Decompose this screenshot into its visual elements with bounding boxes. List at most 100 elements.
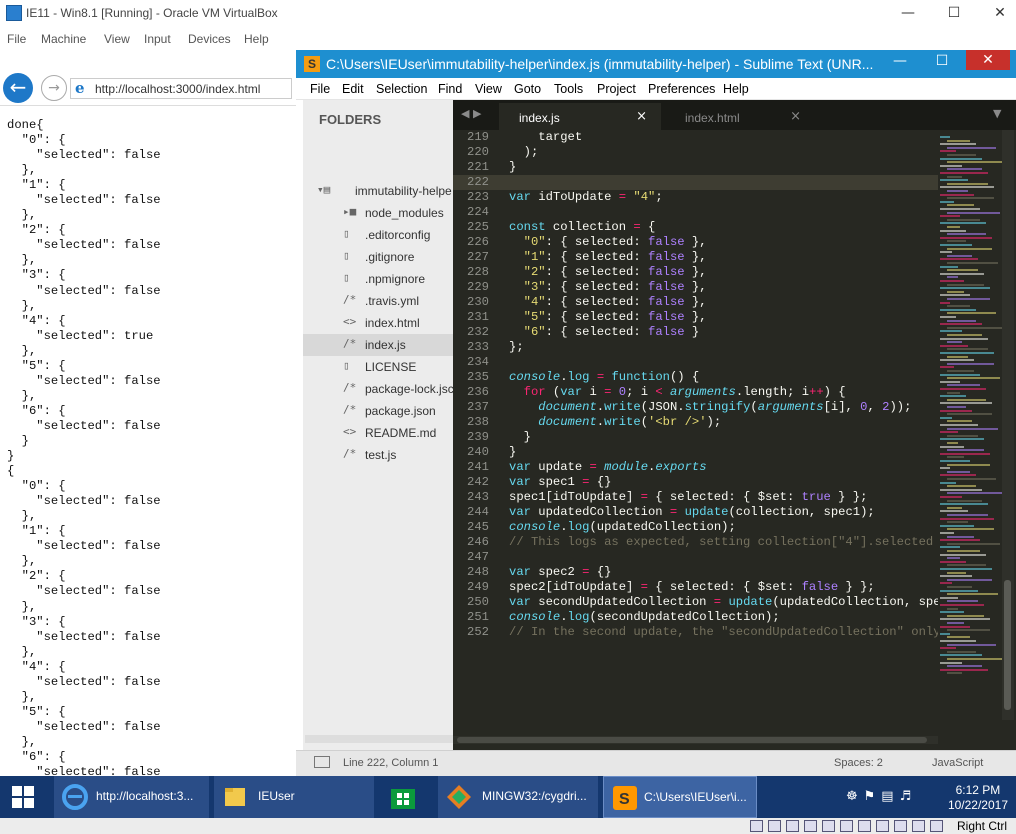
sublime-menu-view[interactable]: View <box>475 82 502 96</box>
address-bar[interactable]: e http://localhost:3000/index.html <box>70 78 292 99</box>
sidebar-file-item[interactable]: ▯ LICENSE <box>303 356 453 378</box>
vertical-scrollbar-thumb[interactable] <box>1004 580 1011 710</box>
minimap-line <box>947 326 1002 329</box>
file-icon: ▯ <box>343 359 350 372</box>
sidebar-file-item[interactable]: <> README.md <box>303 422 453 444</box>
maximize-button[interactable]: ☐ <box>932 2 976 26</box>
comment-file-icon: /* <box>343 293 357 306</box>
folder-open-icon: ▾▤ <box>317 183 331 196</box>
menu-view[interactable]: View <box>104 32 130 46</box>
sublime-menu-help[interactable]: Help <box>723 82 749 96</box>
minimap-line <box>940 647 956 650</box>
video-capture-icon[interactable] <box>876 820 889 832</box>
minimap-line <box>947 413 992 416</box>
status-syntax[interactable]: JavaScript <box>932 757 983 769</box>
host-key-label: Right Ctrl <box>957 819 1008 833</box>
back-button[interactable]: ← <box>3 73 33 103</box>
line-number: 242 <box>467 475 489 489</box>
code-line: for (var i = 0; i < arguments.length; i+… <box>523 385 846 399</box>
tab-menu-chevron-down-icon[interactable]: ▼ <box>993 107 1001 120</box>
shared-folder-icon[interactable] <box>840 820 853 832</box>
tab-close-icon[interactable]: × <box>636 109 647 124</box>
sublime-menu-selection[interactable]: Selection <box>376 82 427 96</box>
minimap-line <box>947 665 982 668</box>
status-indentation[interactable]: Spaces: 2 <box>834 757 883 769</box>
taskbar-sublime[interactable]: S C:\Users\IEUser\i... <box>603 776 757 818</box>
tray-clock[interactable]: 6:12 PM 10/22/2017 <box>948 783 1008 813</box>
host-key-arrow-icon[interactable] <box>930 820 943 832</box>
sidebar-file-label: .npmignore <box>365 272 426 286</box>
sidebar-file-item[interactable]: /* index.js <box>303 334 453 356</box>
minimap-line <box>947 197 994 200</box>
sidebar-file-item[interactable]: /* .travis.yml <box>303 290 453 312</box>
sublime-menu-goto[interactable]: Goto <box>514 82 541 96</box>
optical-drive-icon[interactable] <box>768 820 781 832</box>
system-tray-icons[interactable]: ☸⚑▤♬ <box>846 789 917 804</box>
minimap-line <box>947 240 966 243</box>
sidebar-file-item[interactable]: /* package.json <box>303 400 453 422</box>
usb-icon[interactable] <box>822 820 835 832</box>
menu-file[interactable]: File <box>7 32 26 46</box>
minimap-line <box>947 377 1000 380</box>
minimap-line <box>940 496 962 498</box>
display-icon[interactable] <box>858 820 871 832</box>
horizontal-scrollbar-thumb[interactable] <box>457 737 927 743</box>
code-editor: ◀ ▶ index.js × index.html × ▼ 219 target… <box>453 100 1016 750</box>
menu-input[interactable]: Input <box>144 32 171 46</box>
sidebar-file-item[interactable]: ▯ .editorconfig <box>303 224 453 246</box>
close-button[interactable]: ✕ <box>978 2 1016 26</box>
minimap-line <box>940 582 952 585</box>
sublime-minimize-button[interactable]: — <box>880 53 920 69</box>
minimap-line <box>940 431 958 434</box>
audio-icon[interactable] <box>786 820 799 832</box>
tab-index-html[interactable]: index.html × <box>665 103 815 130</box>
sidebar-file-item[interactable]: ▯ .gitignore <box>303 246 453 268</box>
taskbar-explorer[interactable]: IEUser <box>214 776 374 818</box>
taskbar-mingw[interactable]: MINGW32:/cygdri... <box>438 776 598 818</box>
minimap-line <box>940 589 978 592</box>
sidebar-file-item[interactable]: ▸■ node_modules <box>303 202 453 224</box>
panel-toggle-icon[interactable] <box>314 756 330 768</box>
code-area[interactable]: 219 target 220 ); 221} 222 223 var idToUpdate… <box>453 130 938 740</box>
minimap-line <box>940 208 980 210</box>
tab-scroll-arrows-icon[interactable]: ◀ ▶ <box>461 107 481 120</box>
sublime-menu-tools[interactable]: Tools <box>554 82 583 96</box>
sublime-menu-file[interactable]: File <box>310 82 330 96</box>
minimap-line <box>940 575 972 578</box>
sidebar-horizontal-scrollbar[interactable] <box>305 735 453 743</box>
taskbar-ie-label: http://localhost:3... <box>96 789 194 803</box>
menu-machine[interactable]: Machine <box>41 32 86 46</box>
sublime-close-button[interactable]: ✕ <box>966 50 1010 70</box>
tab-close-icon[interactable]: × <box>790 109 801 124</box>
taskbar-store[interactable] <box>379 776 429 818</box>
minimap-line <box>940 236 992 239</box>
mouse-integration-icon[interactable] <box>912 820 925 832</box>
minimap[interactable] <box>938 130 1002 730</box>
minimap-line <box>940 193 974 196</box>
minimap-line <box>947 658 1002 660</box>
minimap-line <box>947 370 974 372</box>
forward-button[interactable]: → <box>41 75 67 101</box>
sidebar-file-item[interactable]: <> index.html <box>303 312 453 334</box>
sidebar-file-item[interactable]: /* test.js <box>303 444 453 466</box>
sidebar-file-item[interactable]: ▾▤ immutability-helpe <box>303 180 453 202</box>
menu-help[interactable]: Help <box>244 32 269 46</box>
cpu-icon[interactable] <box>894 820 907 832</box>
sublime-menu-preferences[interactable]: Preferences <box>648 82 715 96</box>
hdd-icon[interactable] <box>750 820 763 832</box>
tab-index-js[interactable]: index.js × <box>499 103 661 130</box>
menu-devices[interactable]: Devices <box>188 32 231 46</box>
sublime-menu-project[interactable]: Project <box>597 82 636 96</box>
start-button[interactable] <box>0 776 48 818</box>
taskbar-ie[interactable]: http://localhost:3... <box>54 776 209 818</box>
minimap-line <box>947 168 982 171</box>
sublime-maximize-button[interactable]: ☐ <box>922 53 962 69</box>
minimap-line <box>947 226 960 228</box>
sidebar-file-item[interactable]: /* package-lock.jsc <box>303 378 453 400</box>
sublime-menu-find[interactable]: Find <box>438 82 462 96</box>
sidebar-file-item[interactable]: ▯ .npmignore <box>303 268 453 290</box>
sublime-menu-edit[interactable]: Edit <box>342 82 364 96</box>
network-icon[interactable] <box>804 820 817 832</box>
minimap-line <box>947 643 996 646</box>
minimize-button[interactable]: — <box>886 2 930 26</box>
